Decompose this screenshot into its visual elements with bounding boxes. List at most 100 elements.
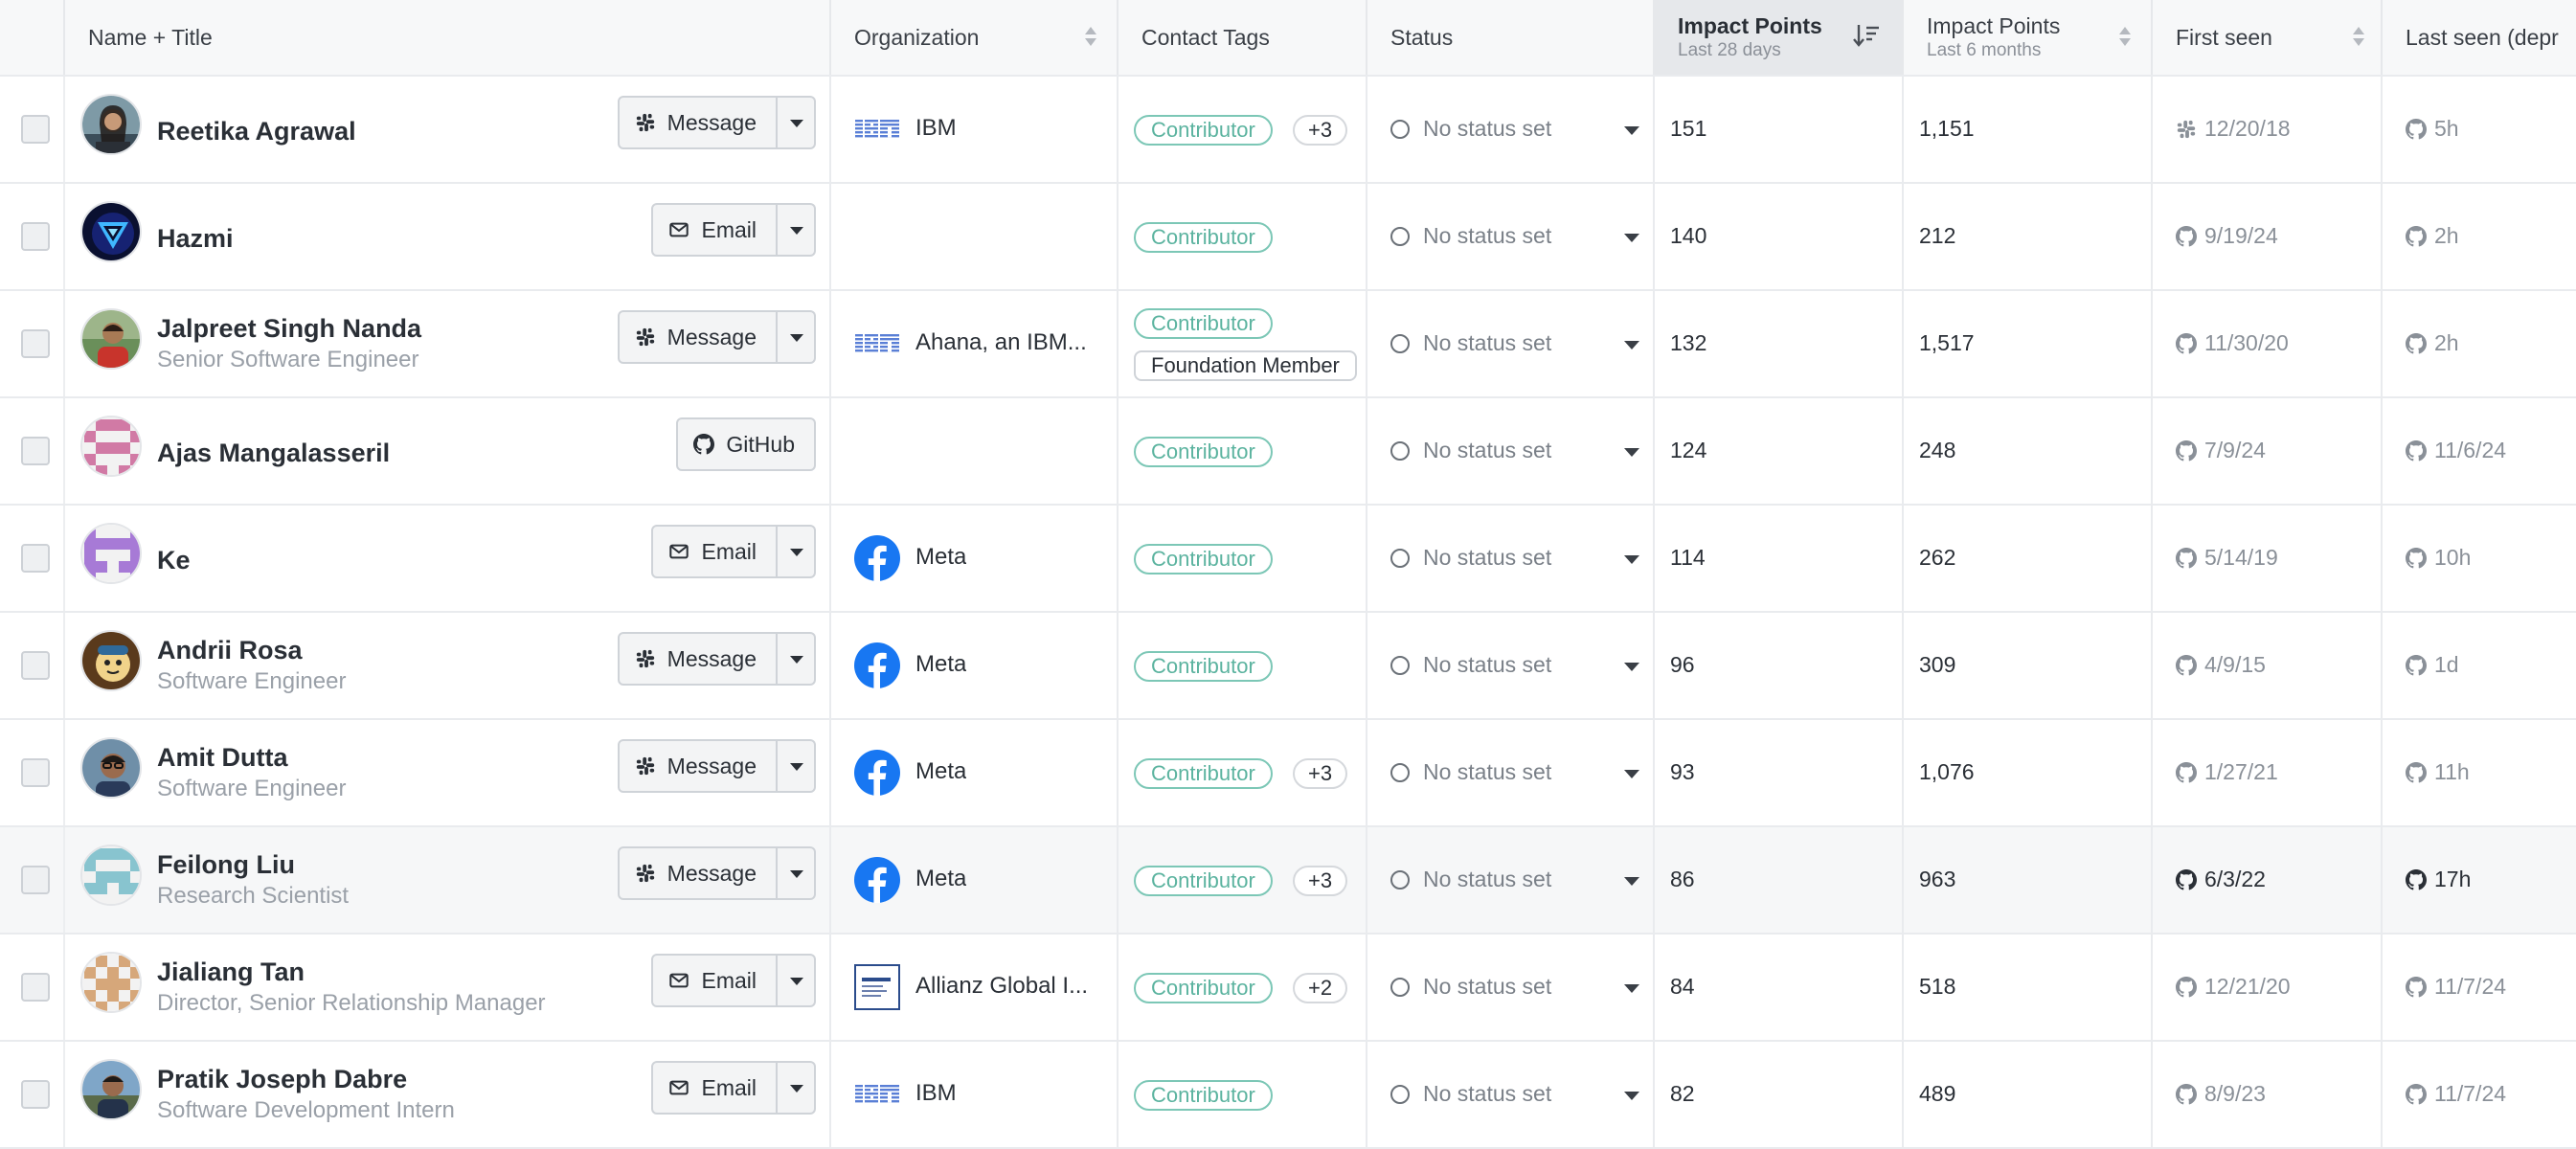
chevron-down-icon[interactable]	[1624, 663, 1639, 671]
contact-name[interactable]: Amit Dutta	[157, 743, 288, 773]
status-cell[interactable]: No status set	[1367, 77, 1655, 182]
status-cell[interactable]: No status set	[1367, 291, 1655, 396]
contact-tag[interactable]: Contributor	[1134, 437, 1273, 467]
contact-tag[interactable]: Contributor	[1134, 1080, 1273, 1111]
column-header-impact-6-months[interactable]: Impact Points Last 6 months	[1904, 0, 2153, 75]
status-cell[interactable]: No status set	[1367, 935, 1655, 1040]
table-row[interactable]: Jalpreet Singh Nanda Senior Software Eng…	[0, 291, 2576, 398]
org-name[interactable]: Allianz Global I...	[915, 973, 1088, 1000]
row-checkbox[interactable]	[21, 222, 50, 251]
column-header-status[interactable]: Status	[1367, 0, 1655, 75]
org-name[interactable]: Meta	[915, 866, 966, 892]
chevron-down-icon[interactable]	[1624, 341, 1639, 349]
contact-tag[interactable]: Contributor	[1134, 222, 1273, 253]
email-button[interactable]: Email	[651, 203, 778, 257]
message-button[interactable]: Message	[617, 846, 778, 900]
action-dropdown-button[interactable]	[778, 739, 816, 793]
avatar[interactable]	[80, 845, 142, 906]
action-dropdown-button[interactable]	[778, 96, 816, 149]
contact-name[interactable]: Pratik Joseph Dabre	[157, 1065, 407, 1094]
column-header-first-seen[interactable]: First seen	[2153, 0, 2383, 75]
column-header-impact-28-days[interactable]: Impact Points Last 28 days	[1655, 0, 1904, 75]
table-row[interactable]: Andrii Rosa Software Engineer Message Me…	[0, 613, 2576, 720]
row-checkbox[interactable]	[21, 437, 50, 465]
row-checkbox[interactable]	[21, 329, 50, 358]
contact-name[interactable]: Reetika Agrawal	[157, 117, 356, 146]
contact-tag[interactable]: Contributor	[1134, 308, 1273, 339]
contact-name[interactable]: Hazmi	[157, 224, 234, 254]
avatar[interactable]	[80, 630, 142, 691]
message-button[interactable]: Message	[617, 310, 778, 364]
table-row[interactable]: Amit Dutta Software Engineer Message Met…	[0, 720, 2576, 827]
status-cell[interactable]: No status set	[1367, 827, 1655, 933]
org-name[interactable]: Meta	[915, 651, 966, 678]
avatar[interactable]	[80, 308, 142, 370]
row-checkbox[interactable]	[21, 115, 50, 144]
action-dropdown-button[interactable]	[778, 203, 816, 257]
contact-tag[interactable]: Contributor	[1134, 758, 1273, 789]
column-header-contact-tags[interactable]: Contact Tags	[1119, 0, 1367, 75]
contact-name[interactable]: Jalpreet Singh Nanda	[157, 314, 421, 344]
chevron-down-icon[interactable]	[1624, 770, 1639, 778]
sort-descending-icon[interactable]	[1852, 21, 1881, 50]
column-header-last-seen[interactable]: Last seen (depr	[2383, 0, 2576, 75]
table-row[interactable]: Ke Email Meta Contributor No status set …	[0, 506, 2576, 613]
table-row[interactable]: Reetika Agrawal Message IBM Contributor +…	[0, 77, 2576, 184]
avatar[interactable]	[80, 94, 142, 155]
chevron-down-icon[interactable]	[1624, 1092, 1639, 1100]
more-tags-badge[interactable]: +3	[1293, 115, 1348, 146]
status-cell[interactable]: No status set	[1367, 1042, 1655, 1147]
contact-name[interactable]: Ke	[157, 546, 191, 575]
more-tags-badge[interactable]: +3	[1293, 866, 1348, 896]
row-checkbox[interactable]	[21, 651, 50, 680]
contact-tag[interactable]: Contributor	[1134, 544, 1273, 574]
chevron-down-icon[interactable]	[1624, 877, 1639, 886]
sort-icon[interactable]	[2116, 25, 2134, 50]
column-header-name[interactable]: Name + Title	[65, 0, 831, 75]
email-button[interactable]: Email	[651, 954, 778, 1007]
message-button[interactable]: Message	[617, 96, 778, 149]
action-dropdown-button[interactable]	[778, 846, 816, 900]
contact-tag[interactable]: Contributor	[1134, 866, 1273, 896]
contact-tag[interactable]: Contributor	[1134, 651, 1273, 682]
status-cell[interactable]: No status set	[1367, 613, 1655, 718]
table-row[interactable]: Pratik Joseph Dabre Software Development…	[0, 1042, 2576, 1149]
table-row[interactable]: Feilong Liu Research Scientist Message M…	[0, 827, 2576, 935]
message-button[interactable]: Message	[617, 632, 778, 686]
avatar[interactable]	[80, 952, 142, 1013]
message-button[interactable]: Message	[617, 739, 778, 793]
sort-icon[interactable]	[1082, 25, 1099, 50]
email-button[interactable]: Email	[651, 525, 778, 578]
chevron-down-icon[interactable]	[1624, 984, 1639, 993]
contact-name[interactable]: Andrii Rosa	[157, 636, 303, 665]
status-cell[interactable]: No status set	[1367, 720, 1655, 825]
action-dropdown-button[interactable]	[778, 632, 816, 686]
org-name[interactable]: Meta	[915, 758, 966, 785]
table-row[interactable]: Hazmi Email Contributor No status set 14…	[0, 184, 2576, 291]
action-dropdown-button[interactable]	[778, 310, 816, 364]
status-cell[interactable]: No status set	[1367, 184, 1655, 289]
row-checkbox[interactable]	[21, 866, 50, 894]
row-checkbox[interactable]	[21, 1080, 50, 1109]
table-row[interactable]: Jialiang Tan Director, Senior Relationsh…	[0, 935, 2576, 1042]
contact-name[interactable]: Jialiang Tan	[157, 958, 305, 987]
chevron-down-icon[interactable]	[1624, 448, 1639, 457]
column-header-organization[interactable]: Organization	[831, 0, 1119, 75]
org-name[interactable]: IBM	[915, 115, 957, 142]
org-name[interactable]: IBM	[915, 1080, 957, 1107]
github-button[interactable]: GitHub	[676, 417, 816, 471]
contact-tag[interactable]: Contributor	[1134, 115, 1273, 146]
avatar[interactable]	[80, 737, 142, 799]
action-dropdown-button[interactable]	[778, 954, 816, 1007]
action-dropdown-button[interactable]	[778, 1061, 816, 1115]
more-tags-badge[interactable]: +2	[1293, 973, 1348, 1003]
avatar[interactable]	[80, 523, 142, 584]
org-name[interactable]: Ahana, an IBM...	[915, 329, 1087, 356]
row-checkbox[interactable]	[21, 758, 50, 787]
contact-tag[interactable]: Foundation Member	[1134, 350, 1357, 381]
chevron-down-icon[interactable]	[1624, 234, 1639, 242]
chevron-down-icon[interactable]	[1624, 555, 1639, 564]
org-name[interactable]: Meta	[915, 544, 966, 571]
table-row[interactable]: Ajas Mangalasseril GitHub Contributor No…	[0, 398, 2576, 506]
status-cell[interactable]: No status set	[1367, 398, 1655, 504]
